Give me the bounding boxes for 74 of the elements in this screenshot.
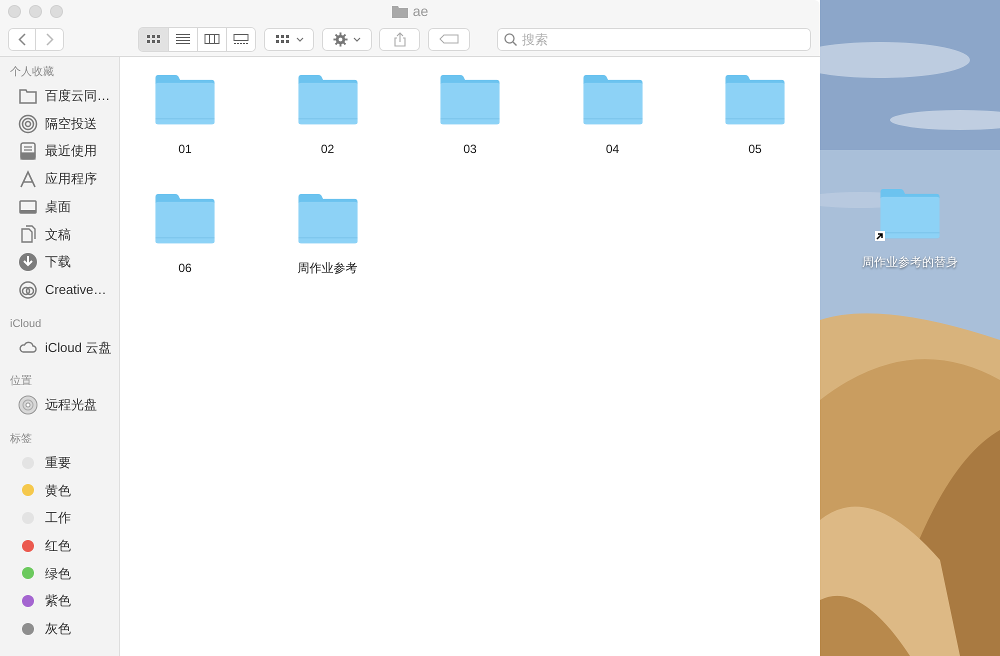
chevron-left-icon	[18, 32, 26, 46]
group-button[interactable]	[264, 28, 314, 50]
folder-item[interactable]: 04	[548, 74, 678, 179]
folder-icon	[392, 4, 408, 18]
folder-icon	[153, 193, 217, 244]
airdrop-icon	[18, 114, 38, 134]
tag-button[interactable]	[428, 28, 470, 50]
sidebar-item[interactable]: 应用程序	[0, 165, 119, 193]
folder-item[interactable]: 05	[690, 74, 820, 179]
sidebar-heading: iCloud	[10, 316, 42, 332]
sidebar-item[interactable]: 工作	[0, 504, 119, 532]
sidebar-heading: 标签	[10, 432, 32, 448]
icons-view-button[interactable]	[139, 28, 168, 50]
folder-item[interactable]: 03	[405, 74, 535, 179]
folder-item[interactable]: 02	[262, 74, 392, 179]
share-icon	[394, 32, 406, 46]
folder-icon	[296, 193, 360, 244]
search-icon	[504, 32, 517, 46]
sidebar-item[interactable]: 重要	[0, 448, 119, 477]
folder-name: 01	[178, 141, 192, 158]
grid-icon	[274, 33, 290, 45]
folder-item[interactable]: 01	[120, 74, 250, 179]
folder-name: 06	[178, 260, 192, 278]
chevron-down-icon	[296, 36, 304, 42]
sidebar-item[interactable]: 红色	[0, 532, 119, 560]
sidebar-item[interactable]: 文稿	[0, 220, 119, 248]
folder-icon	[153, 74, 217, 126]
sidebar-heading: 位置	[10, 374, 32, 390]
sidebar-item[interactable]: 绿色	[0, 560, 119, 588]
folder-item[interactable]: 周作业参考	[262, 193, 392, 298]
sidebar-heading: 个人收藏	[10, 64, 54, 80]
clock-tray-icon	[18, 141, 38, 162]
back-button[interactable]	[8, 28, 36, 50]
sidebar-item[interactable]: Creative…	[0, 276, 119, 304]
chevron-down-icon	[353, 36, 361, 42]
window-title: ae	[412, 2, 428, 20]
gallery-view-button[interactable]	[226, 28, 255, 50]
list-view-button[interactable]	[168, 28, 197, 50]
settings-icon	[333, 32, 348, 46]
folder-name: 05	[748, 141, 762, 158]
list-icon	[175, 33, 191, 45]
columns-icon	[204, 33, 220, 45]
folder-icon	[438, 74, 502, 126]
sidebar-item[interactable]: 紫色	[0, 587, 119, 615]
forward-button[interactable]	[36, 28, 64, 50]
folder-icon	[296, 74, 360, 126]
cloud-rings-icon	[18, 280, 38, 300]
download-icon	[18, 252, 38, 272]
search-field[interactable]: 搜索	[497, 28, 811, 50]
grid-icon	[146, 33, 162, 45]
folder-name: 02	[320, 141, 334, 158]
sidebar-item[interactable]: 隔空投送	[0, 110, 119, 138]
share-button[interactable]	[379, 28, 420, 50]
sidebar-item[interactable]: 最近使用	[0, 137, 119, 166]
folder-item[interactable]: 06	[120, 193, 250, 298]
columns-view-button[interactable]	[197, 28, 226, 50]
sidebar-item[interactable]: iCloud 云盘	[0, 334, 119, 362]
sidebar-item[interactable]: 百度云同…	[0, 82, 119, 110]
disc-icon	[18, 395, 38, 416]
folder-name: 04	[606, 141, 620, 158]
folder-icon	[580, 74, 644, 126]
settings-button[interactable]	[322, 28, 372, 50]
chevron-right-icon	[46, 32, 54, 46]
sidebar-item[interactable]: 灰色	[0, 615, 119, 643]
tag-icon	[439, 34, 459, 44]
folder-name: 03	[463, 141, 477, 158]
folder-name: 周作业参考	[298, 260, 358, 278]
gallery-icon	[233, 33, 249, 45]
sidebar-item[interactable]: 桌面	[0, 192, 119, 220]
sidebar-item[interactable]: 下载	[0, 248, 119, 276]
sidebar-item[interactable]: 远程光盘	[0, 391, 119, 419]
apps-icon	[18, 168, 38, 189]
folder-icon	[723, 74, 787, 126]
sidebar-item[interactable]: 黄色	[0, 476, 119, 504]
